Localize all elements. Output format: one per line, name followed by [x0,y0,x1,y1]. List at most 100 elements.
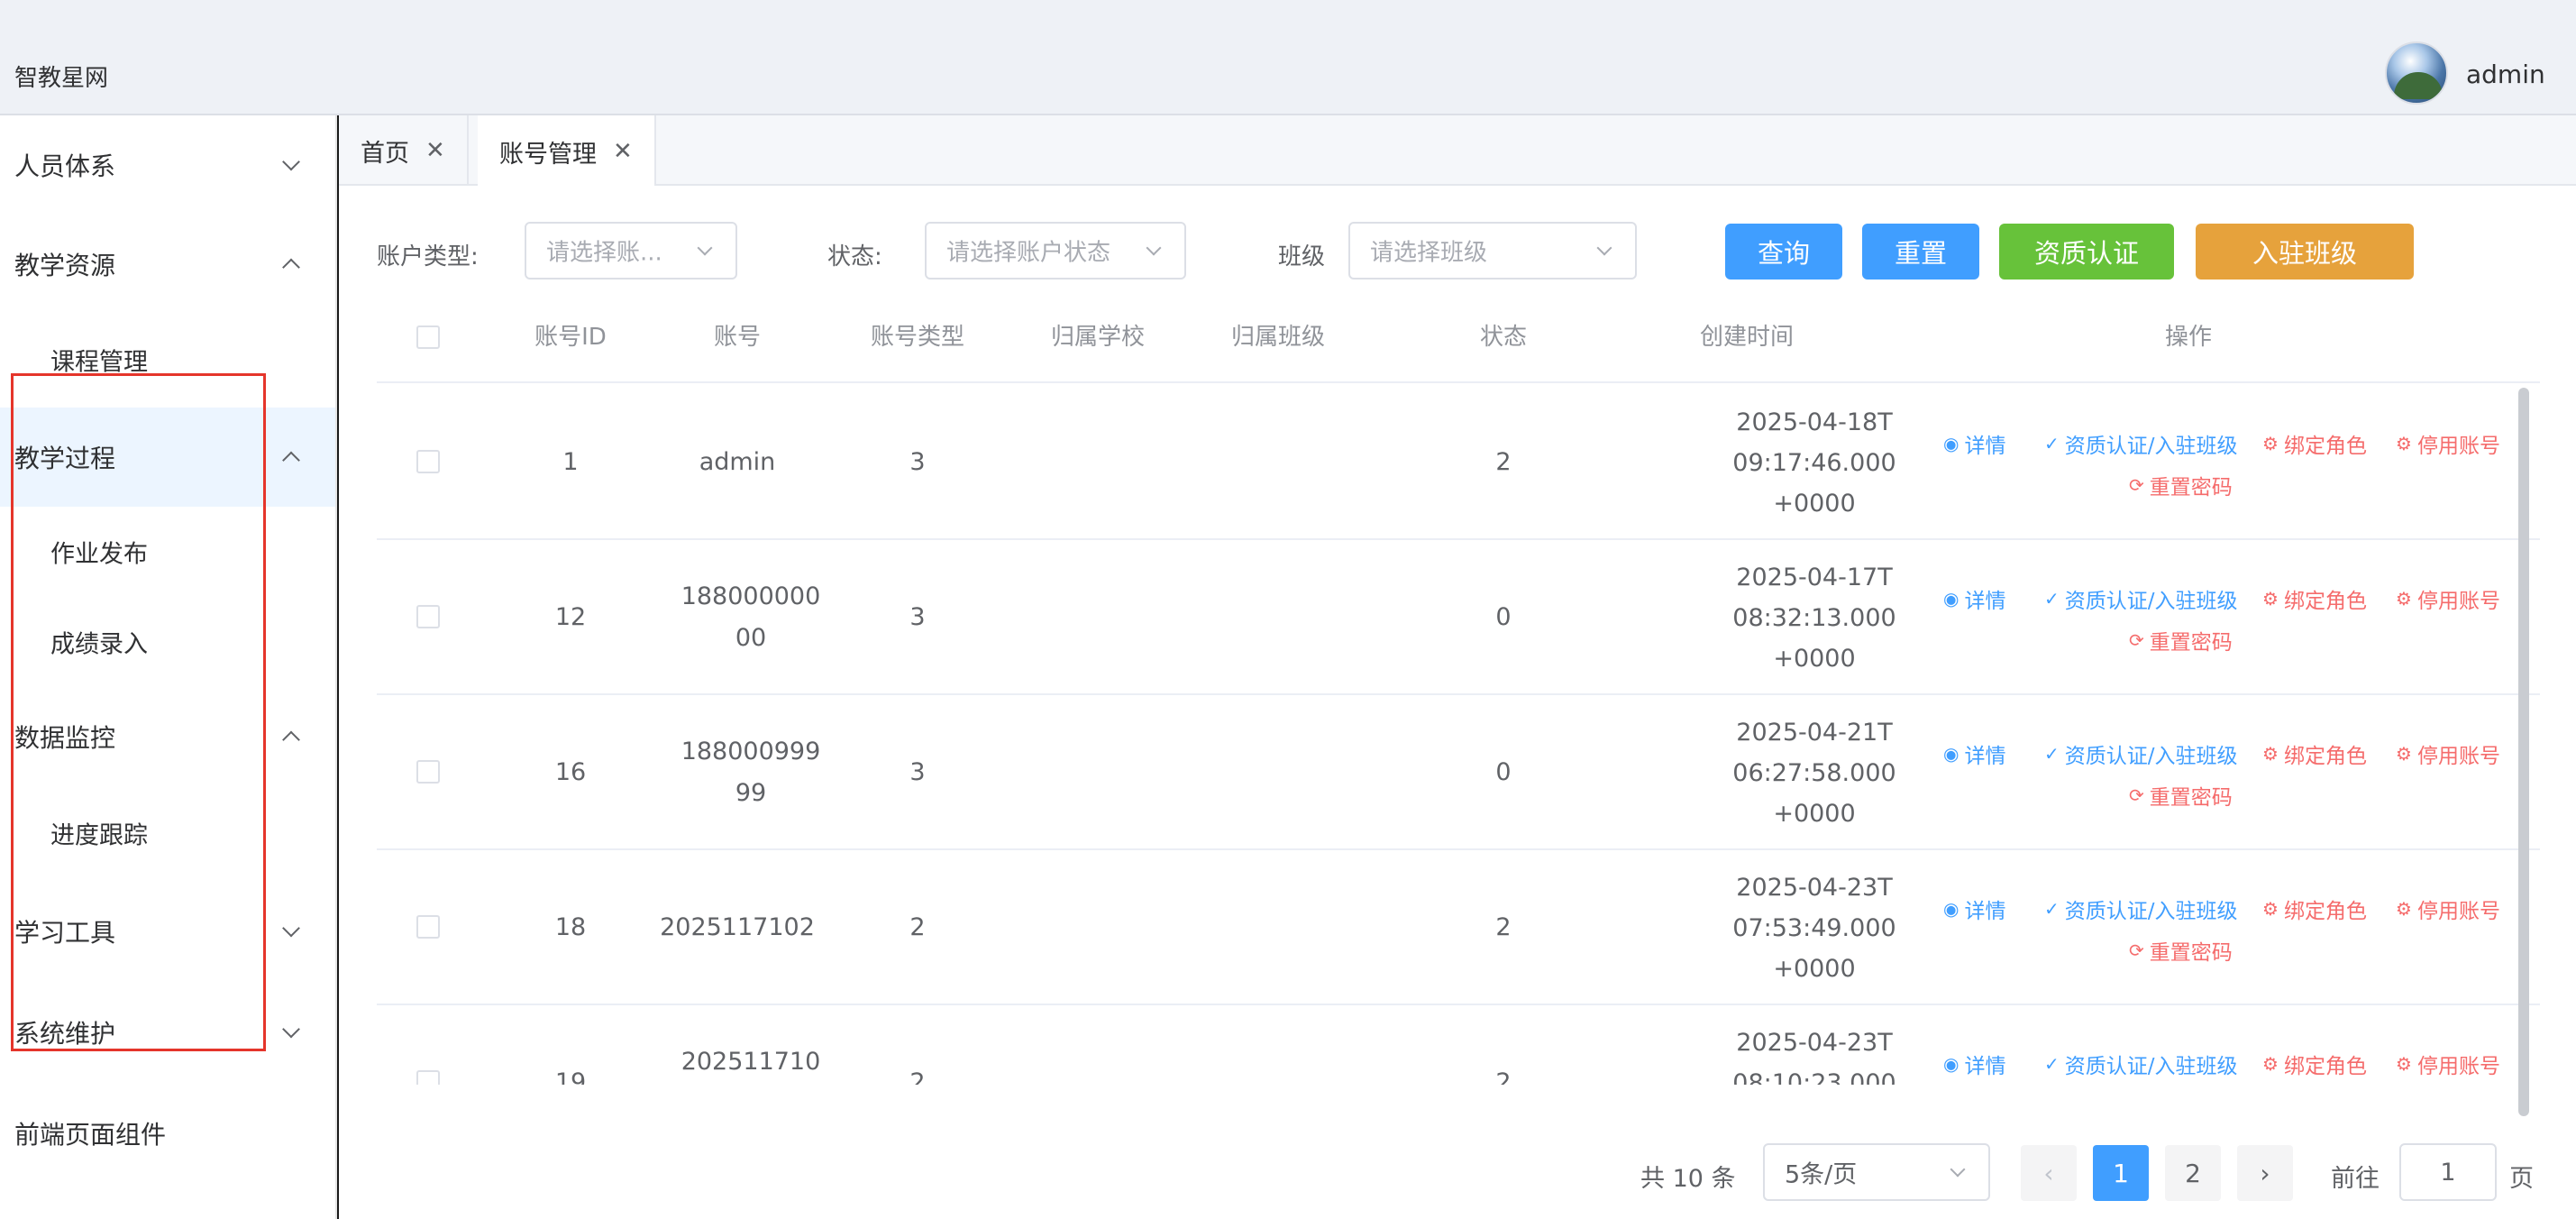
column-header[interactable]: 账号ID [494,291,647,383]
chevron-down-icon [282,919,300,938]
eye-icon: ◉ [1943,588,1959,610]
row-checkbox[interactable] [416,760,440,784]
sidebar-item-frontend-components[interactable]: 前端页面组件 [0,1084,335,1183]
cell-school [1008,850,1188,1005]
goto-page-input[interactable]: 1 [2399,1143,2497,1201]
cell-class [1188,1005,1368,1085]
table-row: 19 20251171011 2 2 2025-04-23T08:10:23.0… [377,1005,2540,1085]
cell-account: 18800000000 [681,582,821,652]
close-icon[interactable]: ✕ [613,138,633,165]
sidebar-item-system-maintenance[interactable]: 系统维护 [0,983,335,1082]
certify-join-action[interactable]: ✓ 资质认证/入驻班级 [2044,583,2238,614]
sidebar-item-personnel[interactable]: 人员体系 [0,115,335,215]
page-2-button[interactable]: 2 [2165,1145,2221,1201]
certify-button[interactable]: 资质认证 [1999,224,2174,280]
bind-role-action[interactable]: ⚙ 绑定角色 [2262,1049,2367,1079]
cell-type: 2 [909,913,926,941]
bind-role-label: 绑定角色 [2283,590,2367,613]
row-checkbox[interactable] [416,605,440,628]
gear-icon: ⚙ [2262,743,2279,765]
cell-account: 18800099999 [681,738,821,807]
detail-action[interactable]: ◉ 详情 [1943,583,2005,614]
column-header[interactable]: 归属学校 [1008,291,1188,383]
column-header[interactable]: 归属班级 [1188,291,1368,383]
sidebar-item-course-management[interactable]: 课程管理 [0,312,335,408]
gear-icon: ⚙ [2396,588,2412,610]
reset-password-action[interactable]: ⟳ 重置密码 [2129,935,2233,966]
tab-account-management[interactable]: 账号管理 ✕ [478,115,656,188]
table-row: 12 18800000000 3 0 2025-04-17T08:32:13.0… [377,540,2540,695]
row-checkbox[interactable] [416,915,440,939]
certify-join-action[interactable]: ✓ 资质认证/入驻班级 [2044,894,2238,924]
join-class-button[interactable]: 入驻班级 [2196,224,2414,280]
next-page-button[interactable]: › [2237,1145,2293,1201]
bind-role-action[interactable]: ⚙ 绑定角色 [2262,583,2367,614]
reset-password-action[interactable]: ⟳ 重置密码 [2129,470,2233,500]
cell-status: 0 [1495,758,1512,786]
table-scrollbar[interactable] [2518,388,2529,1116]
row-checkbox[interactable] [416,1070,440,1085]
close-icon[interactable]: ✕ [425,137,445,164]
column-header[interactable]: 账号类型 [827,291,1008,383]
brand-title: 智教星网 [14,65,109,92]
username[interactable]: admin [2466,60,2545,89]
sidebar-item-learning-tools[interactable]: 学习工具 [0,882,335,981]
detail-action[interactable]: ◉ 详情 [1943,428,2005,459]
detail-action[interactable]: ◉ 详情 [1943,738,2005,769]
bind-role-action[interactable]: ⚙ 绑定角色 [2262,894,2367,924]
sidebar-item-teaching-process[interactable]: 教学过程 [0,408,335,507]
select-all-checkbox[interactable] [416,325,440,349]
sidebar-item-label: 教学过程 [14,444,116,473]
disable-account-action[interactable]: ⚙ 停用账号 [2396,428,2500,459]
prev-page-button[interactable]: ‹ [2021,1145,2077,1201]
tab-home[interactable]: 首页 ✕ [339,115,469,186]
sidebar-item-label: 前端页面组件 [14,1120,167,1150]
class-select[interactable]: 请选择班级 [1348,222,1637,280]
certify-join-label: 资质认证/入驻班级 [2064,435,2238,458]
detail-action[interactable]: ◉ 详情 [1943,894,2005,924]
check-icon: ✓ [2044,743,2060,765]
certify-join-action[interactable]: ✓ 资质认证/入驻班级 [2044,1049,2238,1079]
cell-type: 3 [909,758,926,786]
reset-button[interactable]: 重置 [1862,224,1979,280]
account-type-placeholder: 请选择账... [546,239,662,267]
sidebar-item-homework-publish[interactable]: 作业发布 [0,507,335,597]
sidebar-item-data-monitoring[interactable]: 数据监控 [0,687,335,786]
sidebar-item-teaching-resources[interactable]: 教学资源 [0,215,335,314]
disable-account-action[interactable]: ⚙ 停用账号 [2396,1049,2500,1079]
disable-account-action[interactable]: ⚙ 停用账号 [2396,894,2500,924]
row-checkbox[interactable] [416,450,440,473]
certify-join-action[interactable]: ✓ 资质认证/入驻班级 [2044,738,2238,769]
disable-label: 停用账号 [2416,745,2500,768]
disable-label: 停用账号 [2416,900,2500,923]
page-size-value: 5条/页 [1785,1160,1858,1189]
page-1-button[interactable]: 1 [2093,1145,2149,1201]
detail-action[interactable]: ◉ 详情 [1943,1049,2005,1079]
page-unit-label: 页 [2509,1165,2534,1193]
column-header[interactable]: 状态 [1368,291,1639,383]
column-header[interactable]: 创建时间 [1639,291,1855,383]
disable-account-action[interactable]: ⚙ 停用账号 [2396,738,2500,769]
page-size-select[interactable]: 5条/页 [1763,1143,1990,1201]
cell-id: 12 [554,603,587,631]
account-type-select[interactable]: 请选择账... [525,222,737,280]
disable-account-action[interactable]: ⚙ 停用账号 [2396,583,2500,614]
certify-join-action[interactable]: ✓ 资质认证/入驻班级 [2044,428,2238,459]
reset-password-action[interactable]: ⟳ 重置密码 [2129,625,2233,655]
sidebar-item-progress-tracking[interactable]: 进度跟踪 [0,786,335,880]
reset-password-action[interactable]: ⟳ 重置密码 [2129,780,2233,811]
bind-role-action[interactable]: ⚙ 绑定角色 [2262,738,2367,769]
detail-label: 详情 [1964,590,2006,613]
bind-role-action[interactable]: ⚙ 绑定角色 [2262,428,2367,459]
row-actions: ◉详情 ✓资质认证/入驻班级 ⚙绑定角色 ⚙停用账号 ⟳重置密码 [1855,695,2522,850]
sidebar-item-grade-entry[interactable]: 成绩录入 [0,597,335,687]
query-button[interactable]: 查询 [1725,224,1842,280]
column-header[interactable]: 账号 [647,291,827,383]
sidebar-item-label: 成绩录入 [50,630,148,659]
sidebar-item-label: 学习工具 [14,918,116,948]
class-placeholder: 请选择班级 [1370,239,1488,267]
gear-icon: ⚙ [2262,433,2279,454]
avatar[interactable] [2385,41,2448,105]
cell-account: 2025117102 [660,913,815,941]
status-select[interactable]: 请选择账户状态 [925,222,1186,280]
